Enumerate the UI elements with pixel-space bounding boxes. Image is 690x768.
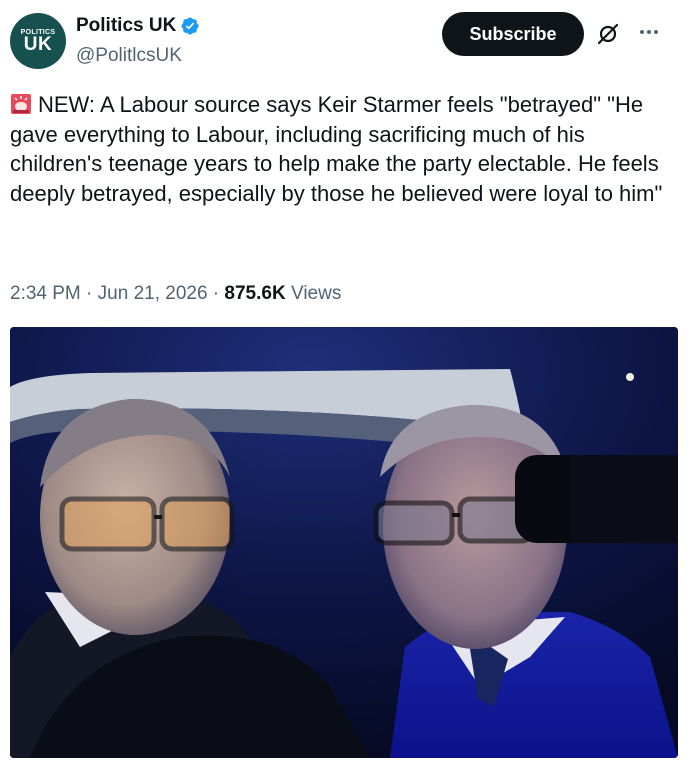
meta-separator: · [80, 283, 98, 304]
tweet-body: NEW: A Labour source says Keir Starmer f… [10, 92, 663, 206]
tweet-meta: 2:34 PM · Jun 21, 2026 · 875.6K Views [10, 283, 341, 305]
tweet-photo[interactable] [10, 327, 678, 758]
meta-separator: · [207, 283, 225, 304]
tweet-date[interactable]: Jun 21, 2026 [98, 283, 208, 304]
account-handle[interactable]: @PolitlcsUK [76, 45, 182, 67]
views-count: 875.6K [224, 283, 286, 304]
subscribe-button[interactable]: Subscribe [442, 12, 584, 56]
avatar-big-text: UK [23, 33, 53, 55]
tweet-header: POLITICS UK Politics UK @PolitlcsUK Subs… [0, 0, 690, 80]
verified-badge-icon [181, 17, 199, 35]
avatar[interactable]: POLITICS UK [10, 13, 66, 69]
grok-slash-circle-icon[interactable] [596, 22, 620, 46]
tweet-time[interactable]: 2:34 PM [10, 283, 81, 304]
rotating-light-siren-icon [11, 94, 31, 114]
display-name[interactable]: Politics UK [76, 15, 176, 37]
more-dots-icon[interactable] [638, 20, 660, 44]
tweet-text: NEW: A Labour source says Keir Starmer f… [10, 90, 680, 208]
views-label: Views [290, 283, 342, 304]
name-row: Politics UK [76, 15, 200, 37]
car-photo-illustration [10, 327, 678, 758]
